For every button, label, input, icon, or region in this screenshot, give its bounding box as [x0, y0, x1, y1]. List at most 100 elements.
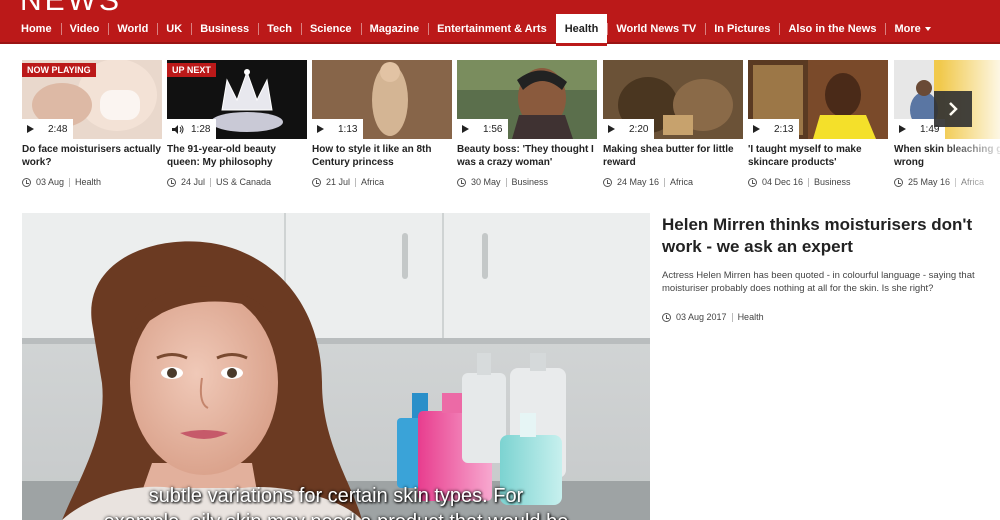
- nav-item-magazine[interactable]: Magazine: [360, 14, 429, 44]
- nav-item-video[interactable]: Video: [60, 14, 109, 44]
- card-section-link[interactable]: Africa: [961, 177, 984, 187]
- video-card-meta: 21 Jul Africa: [312, 177, 462, 187]
- brand-strip: NEWS: [0, 0, 1000, 14]
- duration-text: 2:13: [774, 123, 794, 135]
- duration-label: 2:20: [603, 119, 655, 139]
- video-card-meta: 25 May 16 Africa: [894, 177, 1000, 187]
- nav-item-tech[interactable]: Tech: [258, 14, 301, 44]
- duration-label: 1:28: [167, 119, 217, 139]
- main-navigation: Home Video World UK Business Tech Science Magaz…: [0, 14, 1000, 46]
- speaker-icon: [172, 124, 184, 134]
- nav-item-home[interactable]: Home: [12, 14, 61, 44]
- nav-item-in-pictures[interactable]: In Pictures: [705, 14, 779, 44]
- card-section-link[interactable]: Africa: [361, 177, 384, 187]
- clock-icon: [457, 177, 466, 187]
- video-card[interactable]: 1:56 Beauty boss: 'They thought I was a c…: [457, 60, 597, 195]
- video-card-title[interactable]: When skin bleaching goes wrong: [894, 143, 1000, 169]
- meta-divider: [731, 312, 733, 322]
- card-date: 04 Dec 16: [762, 177, 804, 187]
- main-video-player[interactable]: subtle variations for certain skin types…: [22, 213, 650, 520]
- duration-text: 2:48: [48, 123, 68, 135]
- card-date: 30 May: [471, 177, 501, 187]
- card-section-link[interactable]: Health: [75, 177, 101, 187]
- video-thumbnail[interactable]: 1:13: [312, 60, 452, 139]
- card-section-link[interactable]: US & Canada: [216, 177, 271, 187]
- bbc-news-logo[interactable]: NEWS: [20, 0, 122, 14]
- chevron-right-icon: [949, 102, 958, 116]
- duration-label: 2:13: [748, 119, 800, 139]
- nav-item-label: UK: [166, 23, 183, 35]
- nav-item-label: Health: [564, 23, 599, 35]
- clock-icon: [748, 177, 757, 187]
- nav-item-label: Entertainment & Arts: [437, 23, 547, 35]
- video-thumbnail[interactable]: 1:56: [457, 60, 597, 139]
- story-summary: Actress Helen Mirren has been quoted - i…: [662, 270, 975, 294]
- story-meta: 03 Aug 2017 Health: [662, 312, 982, 322]
- card-date: 24 Jul: [181, 177, 206, 187]
- video-card[interactable]: 1:49When skin bleaching goes wrong25 May…: [894, 60, 1000, 195]
- nav-item-label: More: [894, 23, 921, 35]
- card-date: 24 May 16: [617, 177, 660, 187]
- status-badge: UP NEXT: [167, 63, 216, 77]
- nav-item-health[interactable]: Health: [555, 14, 608, 46]
- video-thumbnail[interactable]: NOW PLAYING 2:48: [22, 60, 162, 139]
- play-icon: [899, 125, 906, 133]
- nav-item-label: Magazine: [369, 23, 420, 35]
- video-card[interactable]: 2:20 Making shea butter for little reward…: [603, 60, 743, 195]
- video-card[interactable]: 2:13 'I taught myself to make skincare pr…: [748, 60, 888, 195]
- play-icon: [27, 125, 34, 133]
- duration-label: 1:13: [312, 119, 364, 139]
- clock-icon: [603, 177, 612, 187]
- card-section-link[interactable]: Africa: [670, 177, 693, 187]
- video-card-title[interactable]: Making shea butter for little reward: [603, 143, 743, 169]
- card-section-link[interactable]: Business: [512, 177, 549, 187]
- nav-item-label: Science: [309, 23, 352, 35]
- video-card-title[interactable]: Beauty boss: 'They thought I was a crazy…: [457, 143, 597, 169]
- video-card-title[interactable]: 'I taught myself to make skincare produc…: [748, 143, 888, 169]
- nav-item-business[interactable]: Business: [191, 14, 258, 44]
- duration-text: 2:20: [629, 123, 649, 135]
- meta-divider: [69, 177, 71, 187]
- video-card-meta: 30 May Business: [457, 177, 607, 187]
- duration-text: 1:13: [338, 123, 358, 135]
- nav-item-world-news-tv[interactable]: World News TV: [607, 14, 705, 44]
- story-section-link[interactable]: Health: [738, 312, 764, 322]
- play-icon: [753, 125, 760, 133]
- video-thumbnail[interactable]: 2:13: [748, 60, 888, 139]
- nav-item-world[interactable]: World: [108, 14, 157, 44]
- carousel-next-button[interactable]: [934, 91, 972, 127]
- play-icon: [317, 125, 324, 133]
- meta-divider: [355, 177, 357, 187]
- video-card-title[interactable]: How to style it like an 8th Century prin…: [312, 143, 452, 169]
- story-panel: Helen Mirren thinks moisturisers don't w…: [662, 214, 982, 322]
- nav-item-science[interactable]: Science: [300, 14, 361, 44]
- play-icon: [608, 125, 615, 133]
- video-thumbnail[interactable]: UP NEXT 1:28: [167, 60, 307, 139]
- nav-item-also-in-the-news[interactable]: Also in the News: [779, 14, 885, 44]
- clock-icon: [894, 177, 903, 187]
- video-carousel: NOW PLAYING 2:48 Do face moisturisers actu…: [22, 60, 1000, 195]
- video-subtitle-line-1: subtle variations for certain skin types…: [148, 485, 524, 507]
- video-card-title[interactable]: Do face moisturisers actually work?: [22, 143, 162, 169]
- video-card-meta: 24 May 16 Africa: [603, 177, 753, 187]
- video-card-meta: 24 Jul US & Canada: [167, 177, 317, 187]
- clock-icon: [167, 177, 176, 187]
- nav-item-uk[interactable]: UK: [157, 14, 191, 44]
- card-date: 21 Jul: [326, 177, 351, 187]
- nav-item-more[interactable]: More: [885, 14, 939, 44]
- video-card[interactable]: UP NEXT 1:28 The 91-year-old beauty queen:…: [167, 60, 307, 195]
- video-card[interactable]: NOW PLAYING 2:48 Do face moisturisers actu…: [22, 60, 162, 195]
- nav-item-label: Video: [69, 23, 100, 35]
- card-section-link[interactable]: Business: [814, 177, 851, 187]
- nav-item-label: Tech: [267, 23, 292, 35]
- caret-down-icon: [924, 27, 931, 31]
- video-thumbnail[interactable]: 2:20: [603, 60, 743, 139]
- video-subtitle-line-2: example, oily skin may need a product th…: [22, 511, 650, 520]
- story-headline[interactable]: Helen Mirren thinks moisturisers don't w…: [662, 214, 982, 258]
- meta-divider: [808, 177, 810, 187]
- meta-divider: [210, 177, 212, 187]
- video-card-title[interactable]: The 91-year-old beauty queen: My philoso…: [167, 143, 307, 169]
- video-card[interactable]: 1:13 How to style it like an 8th Century …: [312, 60, 452, 195]
- nav-item-entertainment-arts[interactable]: Entertainment & Arts: [428, 14, 556, 44]
- clock-icon: [312, 177, 321, 187]
